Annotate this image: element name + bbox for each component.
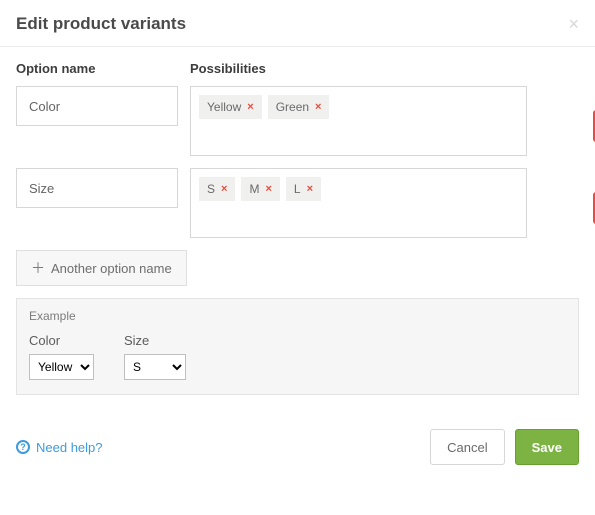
modal-header: Edit product variants × xyxy=(0,0,595,47)
tag-remove-icon[interactable]: × xyxy=(221,183,227,195)
option-name-input[interactable] xyxy=(16,86,178,126)
possibilities-box[interactable]: Yellow × Green × xyxy=(190,86,527,156)
help-label: Need help? xyxy=(36,440,103,455)
add-option-label: Another option name xyxy=(51,261,172,276)
tag: Yellow × xyxy=(199,95,262,119)
header-option-name: Option name xyxy=(16,61,178,76)
tag-remove-icon[interactable]: × xyxy=(307,183,313,195)
close-icon[interactable]: × xyxy=(568,15,579,33)
tag-label: S xyxy=(207,182,215,196)
possibilities-box[interactable]: S × M × L × xyxy=(190,168,527,238)
tag-remove-icon[interactable]: × xyxy=(265,183,271,195)
save-button[interactable]: Save xyxy=(515,429,579,465)
modal-footer: ? Need help? Cancel Save xyxy=(0,403,595,479)
example-title: Example xyxy=(29,309,566,323)
tag-label: M xyxy=(249,182,259,196)
option-name-input[interactable] xyxy=(16,168,178,208)
column-headers: Option name Possibilities xyxy=(16,61,579,76)
tag-label: L xyxy=(294,182,301,196)
help-link[interactable]: ? Need help? xyxy=(16,440,103,455)
tag-label: Yellow xyxy=(207,100,241,114)
example-panel: Example Color Yellow Size S xyxy=(16,298,579,395)
plus-icon: ＋ xyxy=(31,258,45,278)
cancel-button[interactable]: Cancel xyxy=(430,429,504,465)
example-size-select[interactable]: S xyxy=(124,354,186,380)
example-color-select[interactable]: Yellow xyxy=(29,354,94,380)
example-field-label: Size xyxy=(124,333,186,348)
question-icon: ? xyxy=(16,440,30,454)
tag: L × xyxy=(286,177,321,201)
tag-remove-icon[interactable]: × xyxy=(247,101,253,113)
header-possibilities: Possibilities xyxy=(190,61,579,76)
tag: Green × xyxy=(268,95,330,119)
tag-label: Green xyxy=(276,100,309,114)
tag-remove-icon[interactable]: × xyxy=(315,101,321,113)
edit-variants-modal: Edit product variants × Option name Poss… xyxy=(0,0,595,479)
option-row: S × M × L × × xyxy=(16,168,579,238)
add-option-button[interactable]: ＋ Another option name xyxy=(16,250,187,286)
tag: M × xyxy=(241,177,279,201)
tag: S × xyxy=(199,177,235,201)
example-field-label: Color xyxy=(29,333,94,348)
modal-title: Edit product variants xyxy=(16,14,186,34)
modal-body: Option name Possibilities Yellow × Green… xyxy=(0,47,595,403)
option-row: Yellow × Green × × xyxy=(16,86,579,156)
